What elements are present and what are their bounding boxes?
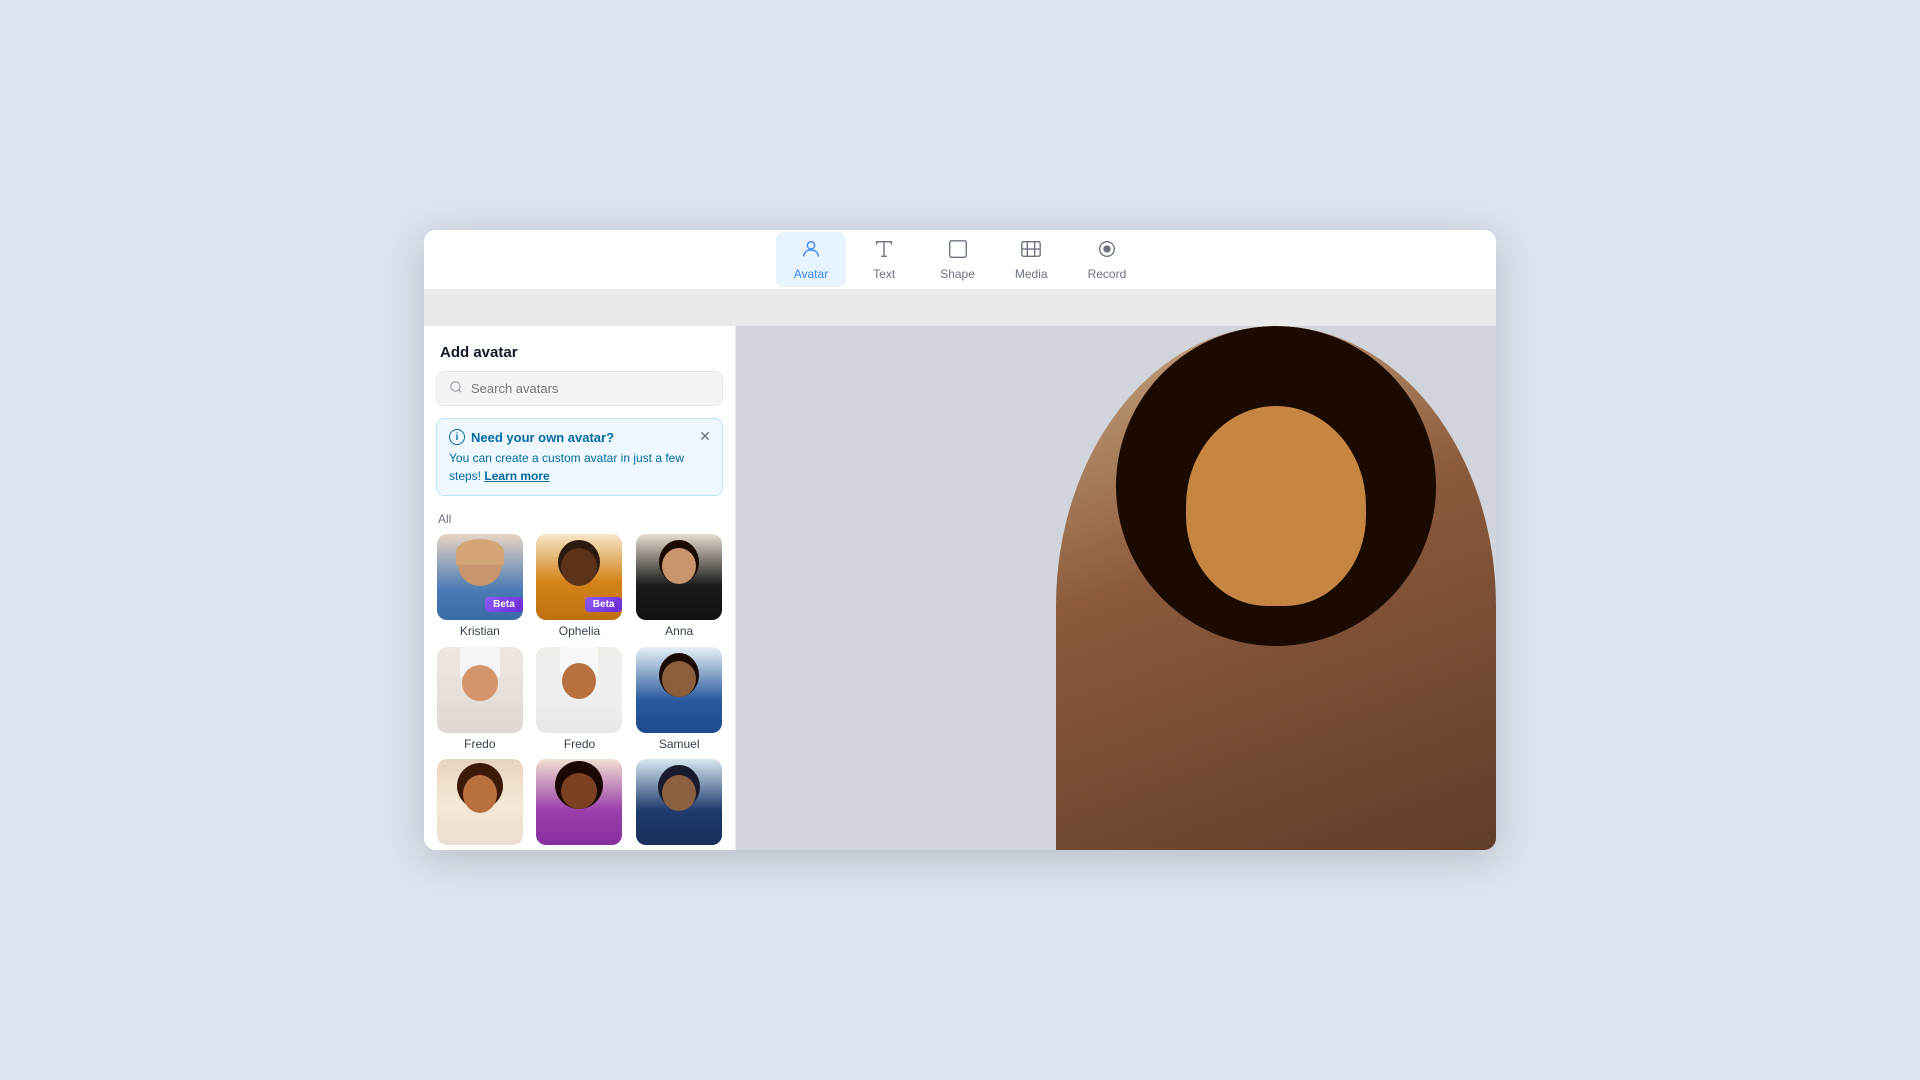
beta-badge: Beta	[585, 597, 623, 612]
main-area: Add avatar i Need your own avatar?	[424, 326, 1496, 850]
text-icon	[873, 238, 895, 265]
list-item[interactable]: Samuel	[633, 647, 725, 752]
search-icon	[449, 380, 463, 397]
panel-title: Add avatar	[424, 326, 735, 371]
list-item[interactable]	[534, 759, 626, 850]
avatar-thumb-r3b[interactable]	[536, 759, 622, 845]
media-icon	[1020, 238, 1042, 265]
list-item[interactable]: Fredo	[534, 647, 626, 752]
tab-shape[interactable]: Shape	[922, 232, 993, 287]
avatar-thumb-fredo1[interactable]	[437, 647, 523, 733]
search-bar[interactable]	[436, 371, 723, 406]
list-item[interactable]: Fredo	[434, 647, 526, 752]
avatar-thumb-fredo2[interactable]	[536, 647, 622, 733]
info-banner: i Need your own avatar? You can create a…	[436, 418, 723, 496]
list-item[interactable]: Anna	[633, 534, 725, 639]
record-icon	[1096, 238, 1118, 265]
search-input[interactable]	[471, 381, 710, 396]
list-item[interactable]: Beta Ophelia	[534, 534, 626, 639]
list-item[interactable]: Beta Kristian	[434, 534, 526, 639]
tab-record[interactable]: Record	[1070, 232, 1145, 287]
learn-more-link[interactable]: Learn more	[484, 469, 549, 483]
tab-avatar[interactable]: Avatar	[776, 232, 846, 287]
avatar-name-fredo2: Fredo	[564, 737, 595, 751]
tab-media[interactable]: Media	[997, 232, 1066, 287]
beta-badge: Beta	[485, 597, 523, 612]
banner-close-button[interactable]: ✕	[696, 427, 714, 445]
avatar-thumb-r3c[interactable]	[636, 759, 722, 845]
list-item[interactable]	[434, 759, 526, 850]
bg-avatar-face	[1186, 406, 1366, 606]
avatar-icon	[800, 238, 822, 265]
tab-media-label: Media	[1015, 267, 1048, 281]
toolbar: Avatar Text Shape	[424, 230, 1496, 290]
tab-avatar-label: Avatar	[794, 267, 828, 281]
app-window: Avatar Text Shape	[424, 230, 1496, 850]
avatar-name-samuel: Samuel	[659, 737, 700, 751]
avatar-thumb-kristian[interactable]: Beta	[437, 534, 523, 620]
avatar-name-kristian: Kristian	[460, 624, 500, 638]
avatar-grid: Beta Kristian Beta Ophelia Anna	[424, 534, 735, 850]
section-label: All	[424, 508, 735, 534]
avatar-thumb-ophelia[interactable]: Beta	[536, 534, 622, 620]
banner-title: i Need your own avatar?	[449, 429, 710, 445]
tab-record-label: Record	[1088, 267, 1127, 281]
info-icon: i	[449, 429, 465, 445]
avatar-thumb-r3a[interactable]	[437, 759, 523, 845]
bg-avatar-figure	[1056, 326, 1496, 850]
shape-icon	[947, 238, 969, 265]
avatar-name-ophelia: Ophelia	[559, 624, 600, 638]
list-item[interactable]	[633, 759, 725, 850]
avatar-panel: Add avatar i Need your own avatar?	[424, 326, 736, 850]
avatar-thumb-samuel[interactable]	[636, 647, 722, 733]
toolbar-sub	[424, 290, 1496, 326]
avatar-name-fredo1: Fredo	[464, 737, 495, 751]
background-avatar	[1056, 326, 1496, 850]
tab-text[interactable]: Text	[850, 232, 918, 287]
avatar-name-anna: Anna	[665, 624, 693, 638]
banner-body: You can create a custom avatar in just a…	[449, 449, 710, 485]
avatar-thumb-anna[interactable]	[636, 534, 722, 620]
tab-text-label: Text	[873, 267, 895, 281]
tab-shape-label: Shape	[940, 267, 975, 281]
